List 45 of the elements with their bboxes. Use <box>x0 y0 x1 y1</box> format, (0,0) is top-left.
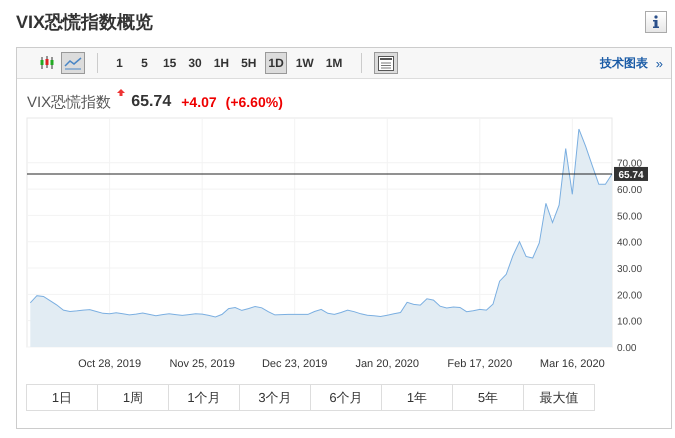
info-icon <box>652 15 660 29</box>
range-button[interactable]: 1周 <box>97 384 169 411</box>
interval-button[interactable]: 30 <box>185 52 205 74</box>
table-view-button[interactable] <box>374 52 398 74</box>
x-axis-label: Dec 23, 2019 <box>262 358 328 370</box>
y-axis-label: 40.00 <box>617 238 642 249</box>
line-chart-icon <box>64 56 82 70</box>
y-axis-label: 50.00 <box>617 211 642 222</box>
interval-button[interactable]: 1D <box>265 52 287 74</box>
y-tick-label: 65.74 <box>618 170 644 181</box>
price-tag: 65.74 <box>614 166 648 181</box>
range-button[interactable]: 6个月 <box>310 384 382 411</box>
interval-button[interactable]: 15 <box>160 52 180 74</box>
x-axis-label: Nov 25, 2019 <box>169 358 235 370</box>
interval-button[interactable]: 5H <box>238 52 260 74</box>
table-icon <box>378 56 394 70</box>
interval-button[interactable]: 1 <box>110 52 129 74</box>
x-axis-label: Oct 28, 2019 <box>78 358 142 370</box>
interval-button[interactable]: 1W <box>292 52 317 74</box>
range-button[interactable]: 5年 <box>452 384 524 411</box>
y-axis-label: 30.00 <box>617 264 642 276</box>
x-axis-label: Jan 20, 2020 <box>355 358 420 370</box>
price-value: 65.74 <box>131 93 172 111</box>
interval-button[interactable]: 1M <box>322 52 346 74</box>
x-axis-label: Feb 17, 2020 <box>447 358 512 370</box>
x-axis-label: Mar 16, 2020 <box>540 358 605 370</box>
range-button[interactable]: 1日 <box>26 384 98 411</box>
range-button[interactable]: 最大值 <box>523 384 595 411</box>
technical-chart-link[interactable]: 技术图表 <box>600 54 648 72</box>
range-button[interactable]: 1年 <box>381 384 453 411</box>
interval-button[interactable]: 5 <box>135 52 154 74</box>
y-axis-label: 20.00 <box>617 290 642 302</box>
percent-change: (+6.60%) <box>226 94 283 110</box>
interval-button[interactable]: 1H <box>210 52 232 74</box>
y-axis-label: 60.00 <box>617 185 642 196</box>
instrument-name: VIX恐慌指数 <box>27 92 112 112</box>
price-change: +4.07 <box>181 94 217 110</box>
range-button[interactable]: 1个月 <box>168 384 240 411</box>
candlestick-icon <box>39 56 55 70</box>
double-arrow-text: » <box>656 56 663 70</box>
y-axis-label: 10.00 <box>617 316 642 328</box>
y-axis-label: 0.00 <box>617 343 636 354</box>
page-title: VIX恐慌指数概览 <box>16 11 154 34</box>
range-button[interactable]: 3个月 <box>239 384 311 411</box>
info-button[interactable] <box>645 11 667 33</box>
